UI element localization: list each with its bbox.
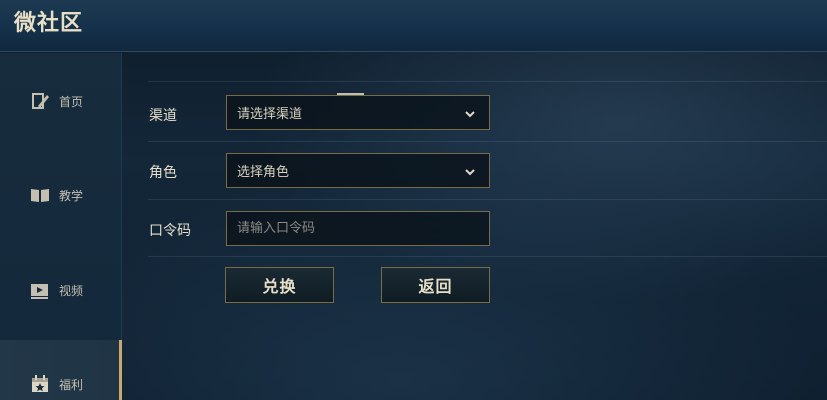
- divider: [148, 199, 827, 200]
- channel-label: 渠道: [149, 108, 177, 124]
- sidebar-item-label: 视频: [59, 283, 84, 298]
- gift-calendar-icon: [30, 374, 50, 394]
- divider: [148, 256, 827, 257]
- sidebar-item-video[interactable]: 视频: [0, 260, 122, 320]
- sidebar-item-label: 福利: [59, 378, 84, 392]
- back-button[interactable]: 返回: [381, 267, 490, 303]
- chevron-down-icon: [465, 166, 475, 176]
- code-label: 口令码: [149, 223, 191, 239]
- sidebar-item-label: 首页: [59, 94, 84, 109]
- app-window: 微社区 首页 教学 视频 福利 渠道 请选择渠道 角色 选择角色 口令码 请输入…: [0, 0, 827, 400]
- app-title: 微社区: [14, 11, 84, 36]
- role-select[interactable]: 选择角色: [226, 153, 490, 188]
- role-select-value: 选择角色: [237, 165, 290, 180]
- video-play-icon: [30, 280, 50, 300]
- channel-select[interactable]: 请选择渠道: [226, 95, 490, 130]
- code-field[interactable]: [226, 211, 490, 246]
- open-book-icon: [30, 185, 50, 205]
- sidebar: 首页 教学 视频 福利: [0, 53, 122, 400]
- role-label: 角色: [149, 165, 177, 181]
- channel-select-value: 请选择渠道: [237, 107, 303, 122]
- edit-book-icon: [30, 91, 50, 111]
- main-content: 渠道 请选择渠道 角色 选择角色 口令码 兑换 返回: [122, 53, 827, 400]
- redeem-button[interactable]: 兑换: [225, 267, 334, 303]
- code-input[interactable]: [237, 214, 477, 243]
- chevron-down-icon: [465, 108, 475, 118]
- sidebar-item-tutorial[interactable]: 教学: [0, 165, 122, 225]
- top-bar: 微社区: [0, 0, 827, 52]
- divider: [148, 141, 827, 142]
- sidebar-item-home[interactable]: 首页: [0, 71, 122, 131]
- divider: [148, 81, 827, 82]
- sidebar-item-label: 教学: [59, 188, 84, 203]
- sidebar-item-welfare[interactable]: 福利: [0, 340, 122, 400]
